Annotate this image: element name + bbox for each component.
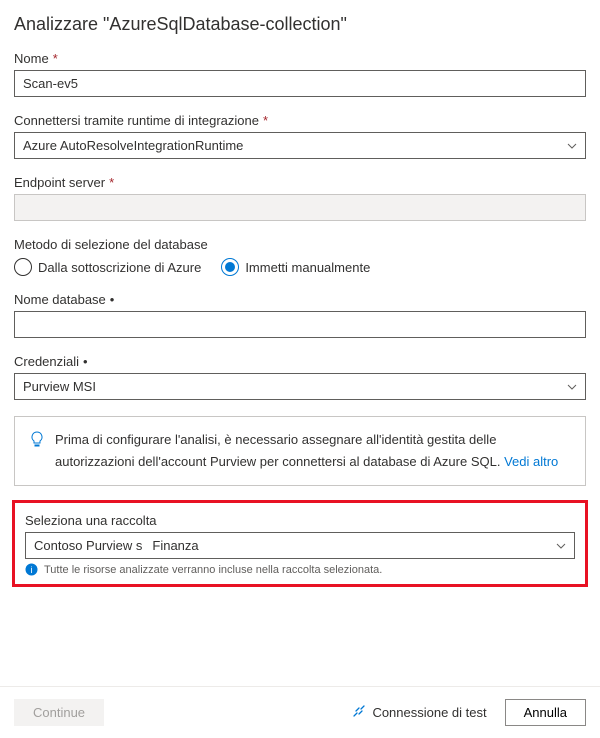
svg-text:i: i bbox=[31, 565, 33, 575]
field-dbmethod: Metodo di selezione del database Dalla s… bbox=[14, 237, 586, 276]
test-connection-link[interactable]: Connessione di test bbox=[352, 704, 486, 721]
label-name: Nome bbox=[14, 51, 49, 66]
label-collection: Seleziona una raccolta bbox=[25, 513, 157, 528]
label-runtime: Connettersi tramite runtime di integrazi… bbox=[14, 113, 259, 128]
info-text-body: Prima di configurare l'analisi, è necess… bbox=[55, 432, 504, 469]
required-indicator: * bbox=[53, 51, 58, 66]
required-indicator: * bbox=[109, 175, 114, 190]
label-dbname: Nome database bbox=[14, 292, 106, 307]
info-text: Prima di configurare l'analisi, è necess… bbox=[55, 429, 571, 473]
continue-button: Continue bbox=[14, 699, 104, 726]
field-name: Nome * bbox=[14, 51, 586, 97]
cancel-button[interactable]: Annulla bbox=[505, 699, 586, 726]
info-box: Prima di configurare l'analisi, è necess… bbox=[14, 416, 586, 486]
radio-icon bbox=[14, 258, 32, 276]
field-dbname: Nome database • bbox=[14, 292, 586, 338]
required-indicator: • bbox=[110, 292, 115, 307]
runtime-select[interactable]: Azure AutoResolveIntegrationRuntime bbox=[14, 132, 586, 159]
info-icon: i bbox=[25, 563, 38, 576]
name-input[interactable] bbox=[14, 70, 586, 97]
label-credentials: Credenziali bbox=[14, 354, 79, 369]
collection-select[interactable]: Contoso Purview s Finanza bbox=[25, 532, 575, 559]
info-link[interactable]: Vedi altro bbox=[504, 454, 558, 469]
radio-icon-checked bbox=[221, 258, 239, 276]
required-indicator: • bbox=[83, 354, 88, 369]
required-indicator: * bbox=[263, 113, 268, 128]
field-credentials: Credenziali • Purview MSI bbox=[14, 354, 586, 400]
dbname-input[interactable] bbox=[14, 311, 586, 338]
field-runtime: Connettersi tramite runtime di integrazi… bbox=[14, 113, 586, 159]
plug-icon bbox=[352, 704, 366, 721]
collection-path-leaf: Finanza bbox=[152, 538, 198, 553]
lightbulb-icon bbox=[29, 431, 45, 473]
page-title: Analizzare "AzureSqlDatabase-collection" bbox=[14, 14, 586, 35]
credentials-select[interactable]: Purview MSI bbox=[14, 373, 586, 400]
radio-manual-label: Immetti manualmente bbox=[245, 260, 370, 275]
collection-path-root: Contoso Purview s bbox=[34, 538, 142, 553]
collection-hint: Tutte le risorse analizzate verranno inc… bbox=[44, 564, 382, 576]
radio-manual[interactable]: Immetti manualmente bbox=[221, 258, 370, 276]
label-endpoint: Endpoint server bbox=[14, 175, 105, 190]
test-connection-label: Connessione di test bbox=[372, 705, 486, 720]
collection-section: Seleziona una raccolta Contoso Purview s… bbox=[12, 500, 588, 587]
field-endpoint: Endpoint server * bbox=[14, 175, 586, 221]
radio-subscription-label: Dalla sottoscrizione di Azure bbox=[38, 260, 201, 275]
footer: Continue Connessione di test Annulla bbox=[0, 686, 600, 738]
endpoint-input bbox=[14, 194, 586, 221]
radio-subscription[interactable]: Dalla sottoscrizione di Azure bbox=[14, 258, 201, 276]
label-dbmethod: Metodo di selezione del database bbox=[14, 237, 208, 252]
